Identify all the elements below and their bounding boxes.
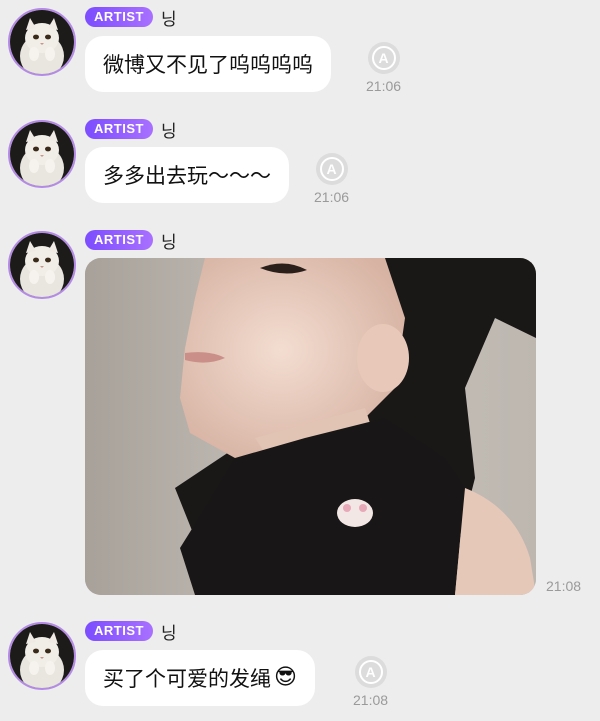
artist-badge: ARTIST: [85, 119, 153, 139]
artist-badge: ARTIST: [85, 230, 153, 250]
sender-name: 닝: [160, 9, 177, 30]
message-bubble[interactable]: 买了个可爱的发绳 😎: [85, 650, 315, 706]
message-bubble[interactable]: 多多出去玩～～～: [85, 147, 289, 203]
message-header: ARTIST 닝: [85, 620, 177, 644]
message-header: ARTIST 닝: [85, 118, 177, 142]
message-header: ARTIST 닝: [85, 229, 177, 253]
message-time: 21:06: [314, 189, 350, 205]
artist-badge: ARTIST: [85, 621, 153, 641]
message-meta: A 21:06: [366, 42, 401, 94]
message-meta: A 21:06: [314, 153, 349, 205]
message-meta: A 21:08: [353, 656, 388, 708]
message-header: ARTIST 닝: [85, 6, 177, 30]
white-cat-avatar-icon: [10, 10, 74, 74]
white-cat-avatar-icon: [10, 122, 74, 186]
circled-a-icon: A: [367, 42, 400, 74]
sender-avatar[interactable]: [8, 622, 76, 690]
artist-badge: ARTIST: [85, 7, 153, 27]
sender-name: 닝: [160, 121, 177, 142]
message-time: 21:08: [353, 692, 389, 708]
portrait-photo: [85, 258, 536, 595]
message-text: 买了个可爱的发绳: [103, 667, 271, 691]
message-time: 21:08: [546, 578, 582, 594]
sender-avatar[interactable]: [8, 8, 76, 76]
circled-a-icon: A: [354, 656, 387, 688]
photo-message[interactable]: [85, 258, 536, 595]
message-text: 多多出去玩～～～: [103, 164, 271, 188]
sender-avatar[interactable]: [8, 120, 76, 188]
sender-name: 닝: [160, 623, 177, 644]
sender-avatar[interactable]: [8, 231, 76, 299]
message-bubble[interactable]: 微博又不见了呜呜呜呜: [85, 36, 331, 92]
white-cat-avatar-icon: [10, 233, 74, 297]
circled-a-icon: A: [315, 153, 348, 185]
sunglasses-emoji-icon: 😎: [274, 665, 297, 690]
sender-name: 닝: [160, 232, 177, 253]
message-time: 21:06: [366, 78, 402, 94]
white-cat-avatar-icon: [10, 624, 74, 688]
message-text: 微博又不见了呜呜呜呜: [103, 53, 313, 77]
